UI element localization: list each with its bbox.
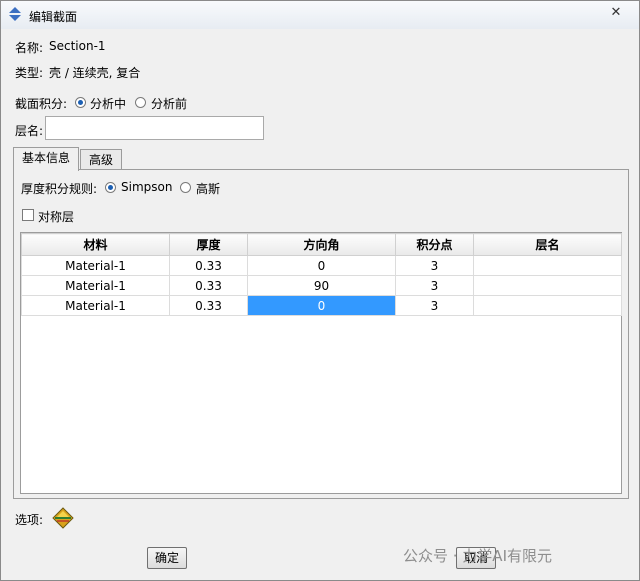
thickness-rule-label: 厚度积分规则: xyxy=(21,182,98,196)
table-cell[interactable]: 90 xyxy=(247,275,396,296)
column-header[interactable]: 厚度 xyxy=(169,233,248,256)
radio-simpson-label: Simpson xyxy=(121,180,173,194)
table-cell[interactable] xyxy=(473,295,622,316)
name-label: 名称: xyxy=(15,41,44,55)
integration-label: 截面积分: xyxy=(15,97,68,111)
table-cell[interactable]: Material-1 xyxy=(21,295,170,316)
type-label: 类型: xyxy=(15,66,44,80)
radio-gauss[interactable] xyxy=(180,182,191,193)
column-header[interactable]: 积分点 xyxy=(395,233,474,256)
table-cell[interactable]: 0.33 xyxy=(169,275,248,296)
radio-before-analysis-label: 分析前 xyxy=(151,97,188,111)
ok-button[interactable]: 确定 xyxy=(147,547,187,569)
edit-section-icon xyxy=(9,7,21,21)
column-header[interactable]: 材料 xyxy=(21,233,170,256)
table-cell[interactable] xyxy=(473,255,622,276)
layup-name-input[interactable] xyxy=(45,116,264,140)
table-cell[interactable]: 0 xyxy=(247,255,396,276)
table-header-row: 材料 厚度 方向角 积分点 层名 xyxy=(21,233,622,256)
type-value: 壳 / 连续壳, 复合 xyxy=(49,66,141,80)
tab-basic-info[interactable]: 基本信息 xyxy=(13,147,80,171)
basic-info-panel: 厚度积分规则: Simpson 高斯 对称层 材料 厚度 方向角 积分点 层名 xyxy=(13,169,629,499)
edit-section-dialog: 编辑截面 ✕ 名称: Section-1 类型: 壳 / 连续壳, 复合 截面积… xyxy=(0,0,640,581)
table-row: Material-1 0.33 0 3 xyxy=(21,255,622,276)
close-button[interactable]: ✕ xyxy=(603,4,629,22)
table-cell-selected[interactable]: 0 xyxy=(247,295,396,316)
title-bar: 编辑截面 ✕ xyxy=(1,1,639,29)
column-header[interactable]: 方向角 xyxy=(247,233,396,256)
table-cell[interactable]: 3 xyxy=(395,255,474,276)
options-label: 选项: xyxy=(15,513,44,527)
table-cell[interactable]: 3 xyxy=(395,295,474,316)
layer-table: 材料 厚度 方向角 积分点 层名 Material-1 0.33 0 3 Mat… xyxy=(20,232,622,494)
tab-advanced[interactable]: 高级 xyxy=(80,149,123,171)
table-row: Material-1 0.33 90 3 xyxy=(21,275,622,296)
column-header[interactable]: 层名 xyxy=(473,233,622,256)
table-cell[interactable]: 3 xyxy=(395,275,474,296)
radio-simpson[interactable] xyxy=(105,182,116,193)
layer-options-icon[interactable] xyxy=(52,507,74,529)
name-value: Section-1 xyxy=(49,39,106,53)
window-title: 编辑截面 xyxy=(29,10,78,24)
table-cell[interactable]: Material-1 xyxy=(21,255,170,276)
radio-before-analysis[interactable] xyxy=(135,97,146,108)
radio-during-analysis-label: 分析中 xyxy=(90,97,127,111)
symmetric-label: 对称层 xyxy=(38,210,75,224)
symmetric-checkbox[interactable] xyxy=(22,209,34,221)
radio-gauss-label: 高斯 xyxy=(196,182,221,196)
table-cell[interactable] xyxy=(473,275,622,296)
watermark-text: 公众号 · 力学AI有限元 xyxy=(403,547,552,565)
table-cell[interactable]: 0.33 xyxy=(169,295,248,316)
radio-during-analysis[interactable] xyxy=(75,97,86,108)
layup-name-label: 层名: xyxy=(15,124,44,138)
table-row: Material-1 0.33 0 3 xyxy=(21,295,622,316)
table-cell[interactable]: Material-1 xyxy=(21,275,170,296)
table-cell[interactable]: 0.33 xyxy=(169,255,248,276)
